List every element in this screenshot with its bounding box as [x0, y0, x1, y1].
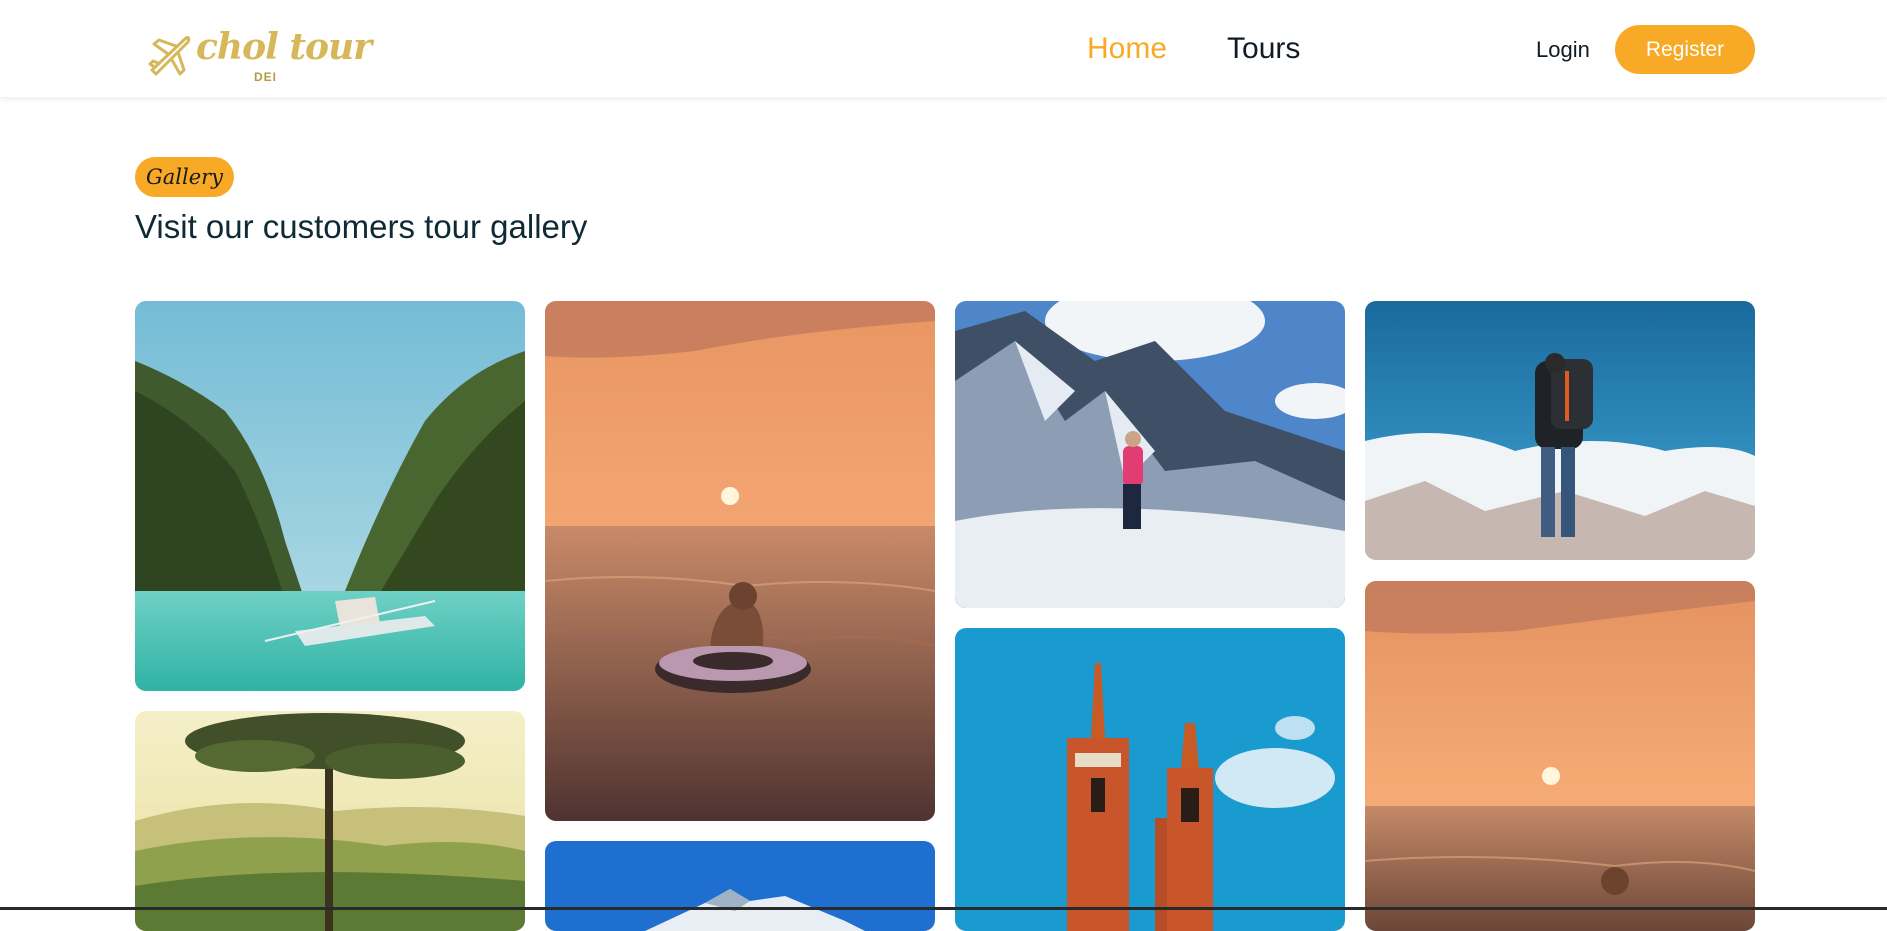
brand-name: chol tour	[196, 26, 372, 68]
brand-logo[interactable]: chol tour DEI	[146, 26, 372, 88]
site-header: chol tour DEI Home Tours Login Register	[0, 0, 1887, 97]
nav-home-link[interactable]: Home	[1087, 28, 1167, 70]
login-button[interactable]: Login	[1536, 34, 1590, 66]
gallery-image-sunset-swimmer[interactable]	[545, 301, 935, 821]
gallery-image-blue-mountain[interactable]	[545, 841, 935, 931]
sunset-ocean-photo	[1365, 581, 1755, 931]
mountain-hiker-photo	[955, 301, 1345, 608]
gallery-image-backpacker[interactable]	[1365, 301, 1755, 560]
gallery-image-church[interactable]	[955, 628, 1345, 931]
register-button[interactable]: Register	[1615, 25, 1755, 74]
lagoon-photo	[135, 301, 525, 691]
brand-subtitle: DEI	[254, 70, 278, 84]
gallery-image-mountain-hiker[interactable]	[955, 301, 1345, 608]
gallery-badge: Gallery	[135, 157, 234, 197]
blue-mountain-photo	[545, 841, 935, 931]
gallery-image-valley[interactable]	[135, 711, 525, 931]
sunset-swimmer-photo	[545, 301, 935, 821]
gallery-image-lagoon[interactable]	[135, 301, 525, 691]
church-photo	[955, 628, 1345, 931]
nav-tours-link[interactable]: Tours	[1227, 28, 1300, 70]
section-title: Visit our customers tour gallery	[135, 208, 588, 245]
valley-photo	[135, 711, 525, 931]
airplane-icon	[148, 36, 191, 76]
main-nav: Home Tours	[1087, 28, 1300, 70]
gallery-image-sunset-ocean[interactable]	[1365, 581, 1755, 931]
backpacker-photo	[1365, 301, 1755, 560]
